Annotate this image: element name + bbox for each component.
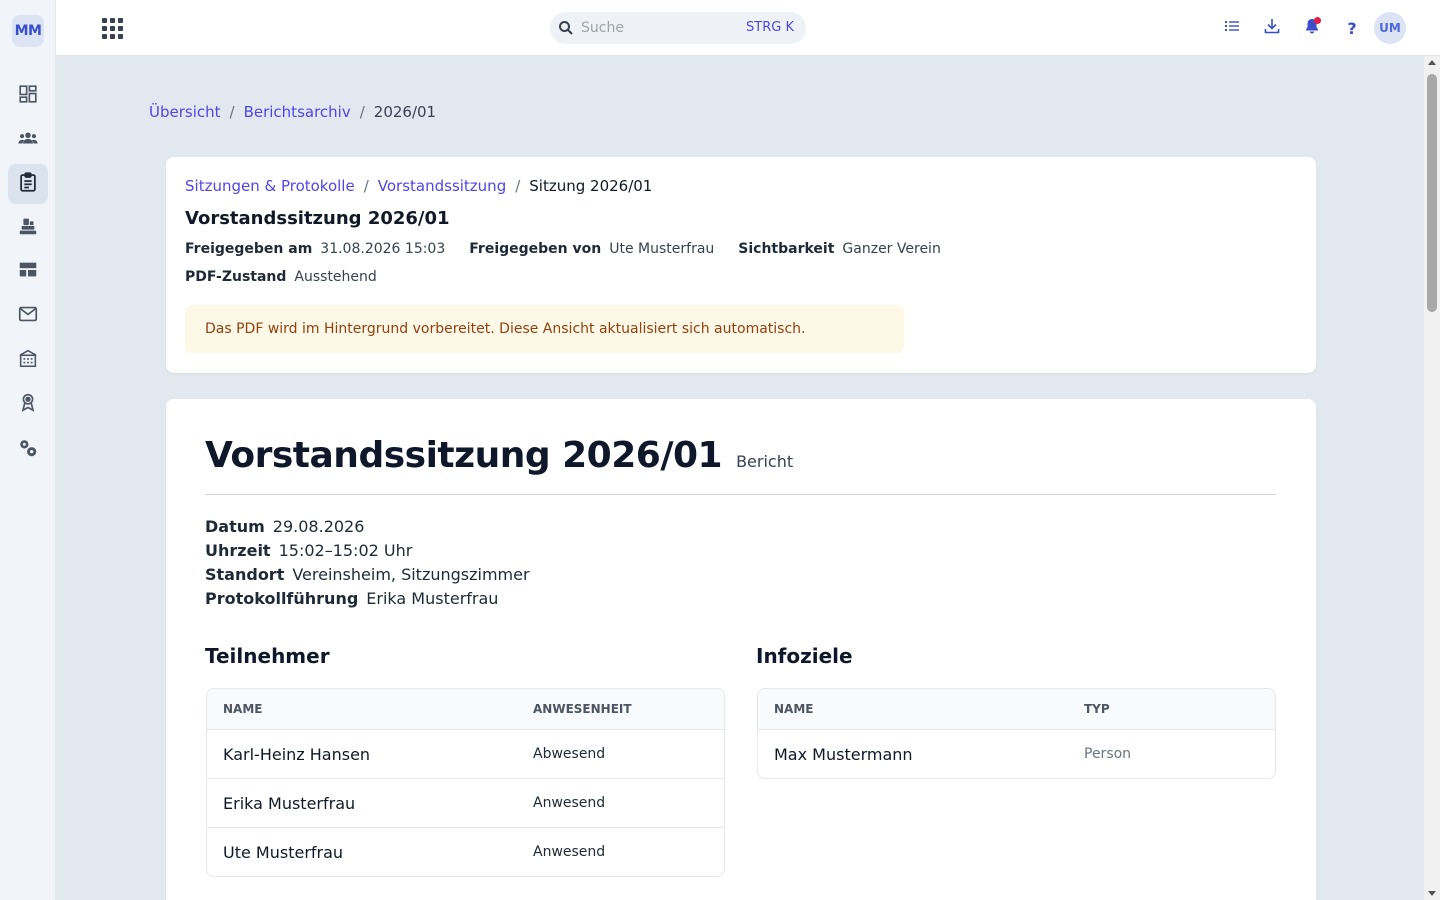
time-label: Uhrzeit (205, 541, 271, 560)
target-name: Max Mustermann (774, 744, 913, 764)
meta-breadcrumb: Sitzungen & Protokolle / Vorstandssitzun… (185, 177, 653, 195)
report-facts: Datum 29.08.2026 Uhrzeit 15:02–15:02 Uhr… (205, 515, 530, 611)
breadcrumb-link-meetings[interactable]: Sitzungen & Protokolle (185, 177, 355, 195)
topbar: STRG K ? UM (56, 0, 1440, 56)
released-by-value: Ute Musterfrau (609, 241, 715, 257)
location-value: Vereinsheim, Sitzungszimmer (292, 565, 530, 584)
info-targets-table: NAME TYP Max Mustermann Person (757, 688, 1276, 779)
fact-date: Datum 29.08.2026 (205, 515, 530, 539)
fact-location: Standort Vereinsheim, Sitzungszimmer (205, 563, 530, 587)
download-icon (1263, 17, 1281, 39)
participant-name: Erika Musterfrau (223, 793, 356, 813)
table-row: Ute Musterfrau Anwesend (207, 827, 724, 876)
info-targets-title: Infoziele (756, 644, 853, 668)
report-type-label: Bericht (736, 452, 794, 471)
settings-icon (17, 437, 39, 463)
search-shortcut: STRG K (746, 20, 794, 35)
table-row: Erika Musterfrau Anwesend (207, 778, 724, 827)
column-header-name: NAME (223, 702, 263, 716)
members-icon (17, 127, 39, 153)
time-value: 15:02–15:02 Uhr (278, 541, 413, 560)
released-by-label: Freigegeben von (469, 241, 602, 257)
breadcrumb-link-board-meeting[interactable]: Vorstandssitzung (378, 177, 506, 195)
clipboard-icon (17, 171, 39, 197)
breadcrumb-link-overview[interactable]: Übersicht (149, 103, 221, 121)
column-header-name: NAME (774, 702, 814, 716)
released-at-value: 31.08.2026 15:03 (320, 241, 446, 257)
date-label: Datum (205, 517, 265, 536)
visibility-value: Ganzer Verein (842, 241, 941, 257)
downloads-button[interactable] (1260, 16, 1284, 40)
sidebar-item-mail[interactable] (8, 296, 48, 336)
sidebar-item-settings[interactable] (8, 430, 48, 470)
table-header: NAME TYP (758, 689, 1275, 729)
help-button[interactable]: ? (1340, 16, 1364, 40)
participant-name: Ute Musterfrau (223, 842, 344, 862)
user-avatar[interactable]: UM (1374, 12, 1406, 44)
participants-table: NAME ANWESENHEIT Karl-Heinz Hansen Abwes… (206, 688, 725, 877)
notification-dot (1314, 17, 1321, 24)
pdf-state-value: Ausstehend (294, 269, 377, 285)
participant-name: Karl-Heinz Hansen (223, 744, 371, 764)
page-scrollbar[interactable] (1424, 56, 1440, 900)
fact-time: Uhrzeit 15:02–15:02 Uhr (205, 539, 530, 563)
sidebar-item-facilities[interactable] (8, 340, 48, 380)
sidebar-item-dashboard[interactable] (8, 76, 48, 116)
report-meta-card: Sitzungen & Protokolle / Vorstandssitzun… (166, 157, 1316, 373)
inventory-icon (17, 215, 39, 241)
table-row: Karl-Heinz Hansen Abwesend (207, 729, 724, 778)
column-header-type: TYP (1084, 702, 1110, 716)
breadcrumb-link-archive[interactable]: Berichtsarchiv (244, 103, 351, 121)
visibility-label: Sichtbarkeit (738, 241, 835, 257)
attendance-status: Anwesend (533, 844, 606, 860)
apps-grid-icon[interactable] (100, 16, 124, 40)
scroll-down-arrow-icon[interactable] (1428, 891, 1436, 896)
scroll-thumb[interactable] (1427, 74, 1437, 312)
fact-minutes: Protokollführung Erika Musterfrau (205, 587, 530, 611)
sidebar: MM (0, 0, 56, 900)
pdf-pending-alert: Das PDF wird im Hintergrund vorbereitet.… (185, 305, 904, 353)
attendance-status: Anwesend (533, 795, 606, 811)
building-icon (17, 347, 39, 373)
meta-row-release: Freigegeben am 31.08.2026 15:03 Freigege… (185, 241, 965, 257)
search-input[interactable] (581, 18, 721, 38)
notifications-button[interactable] (1300, 16, 1324, 40)
search-bar[interactable]: STRG K (550, 12, 806, 44)
minutes-value: Erika Musterfrau (366, 589, 499, 608)
org-logo[interactable]: MM (12, 15, 44, 47)
breadcrumb: Übersicht / Berichtsarchiv / 2026/01 (149, 103, 437, 121)
table-header: NAME ANWESENHEIT (207, 689, 724, 729)
target-type: Person (1084, 746, 1132, 762)
award-icon (17, 391, 39, 417)
list-icon (1223, 17, 1241, 39)
minutes-label: Protokollführung (205, 589, 359, 608)
table-row: Max Mustermann Person (758, 729, 1275, 778)
released-at-label: Freigegeben am (185, 241, 313, 257)
divider (205, 494, 1276, 495)
column-header-attendance: ANWESENHEIT (533, 702, 632, 716)
search-icon (558, 20, 574, 36)
report-header: Vorstandssitzung 2026/01 Bericht (205, 435, 793, 476)
sidebar-item-inventory[interactable] (8, 208, 48, 248)
mail-icon (17, 303, 39, 329)
breadcrumb-current: Sitzung 2026/01 (529, 177, 653, 195)
meta-row-pdf: PDF-Zustand Ausstehend (185, 269, 401, 285)
task-list-button[interactable] (1220, 16, 1244, 40)
sidebar-item-tables[interactable] (8, 252, 48, 292)
dashboard-icon (17, 83, 39, 109)
location-label: Standort (205, 565, 285, 584)
attendance-status: Abwesend (533, 746, 606, 762)
meta-title: Vorstandssitzung 2026/01 (185, 208, 450, 229)
sidebar-item-awards[interactable] (8, 384, 48, 424)
date-value: 29.08.2026 (272, 517, 365, 536)
table-icon (17, 259, 39, 285)
sidebar-item-members[interactable] (8, 120, 48, 160)
pdf-state-label: PDF-Zustand (185, 269, 287, 285)
report-title: Vorstandssitzung 2026/01 (205, 435, 723, 476)
report-card: Vorstandssitzung 2026/01 Bericht Datum 2… (166, 399, 1316, 900)
participants-title: Teilnehmer (205, 644, 330, 668)
sidebar-item-reports[interactable] (8, 164, 48, 204)
scroll-up-arrow-icon[interactable] (1428, 60, 1436, 65)
breadcrumb-current: 2026/01 (373, 103, 437, 121)
